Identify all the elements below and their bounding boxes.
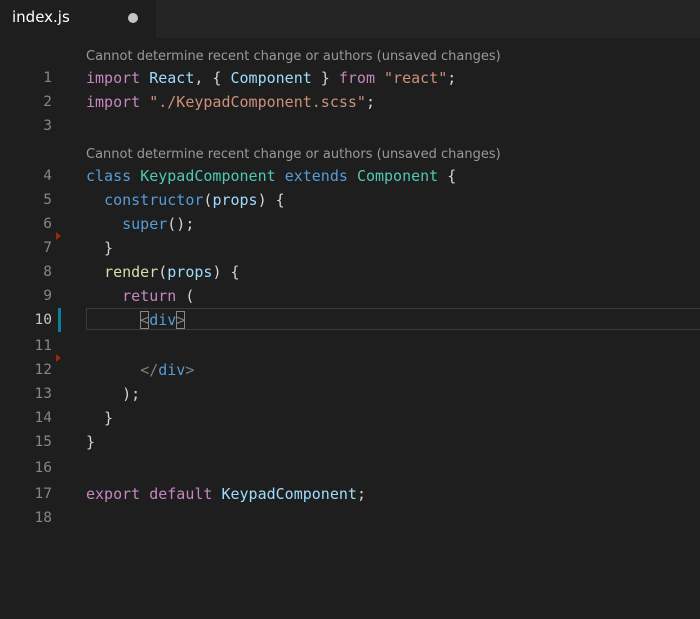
tab-bar: index.js <box>0 0 700 38</box>
line-code: ); <box>86 385 141 403</box>
line-number: 2 <box>43 94 52 110</box>
line-number: 14 <box>34 410 52 426</box>
modified-line-indicator[interactable] <box>58 308 61 332</box>
line-number: 3 <box>43 118 52 134</box>
tab-index-js[interactable]: index.js <box>0 0 156 38</box>
line-number: 10 <box>34 312 52 328</box>
code-editor[interactable]: index.js Cannot determine recent change … <box>0 0 700 619</box>
line-code: } <box>86 433 96 451</box>
code-line-17[interactable]: 17 export default KeypadComponent; <box>0 482 700 506</box>
line-code: } <box>86 409 114 427</box>
line-number: 8 <box>43 264 52 280</box>
line-code: <div> <box>140 311 186 329</box>
code-line-8[interactable]: 8 render(props) { <box>0 260 700 284</box>
line-number: 5 <box>43 192 52 208</box>
line-code: </div> <box>140 361 195 379</box>
line-number: 13 <box>34 386 52 402</box>
line-number: 4 <box>43 168 52 184</box>
code-line-11[interactable]: 11 <box>0 334 700 358</box>
line-code: } <box>86 239 114 257</box>
code-line-13[interactable]: 13 ); <box>0 382 700 406</box>
code-line-9[interactable]: 9 return ( <box>0 284 700 308</box>
line-number: 1 <box>43 70 52 86</box>
line-code: import React, { Component } from "react"… <box>86 69 457 87</box>
code-line-10[interactable]: 10 <div> <box>0 308 700 332</box>
code-line-16[interactable]: 16 <box>0 456 700 480</box>
code-line-3[interactable]: 3 <box>0 114 700 138</box>
line-number: 18 <box>34 510 52 526</box>
line-number: 17 <box>34 486 52 502</box>
line-number: 7 <box>43 240 52 256</box>
line-code: export default KeypadComponent; <box>86 485 366 503</box>
tab-title: index.js <box>12 8 70 26</box>
line-number: 16 <box>34 460 52 476</box>
code-line-1[interactable]: 1 import React, { Component } from "reac… <box>0 66 700 90</box>
line-code: constructor(props) { <box>104 191 285 209</box>
line-number: 11 <box>34 338 52 354</box>
code-line-15[interactable]: 15 } <box>0 430 700 454</box>
codelens-authors-2[interactable]: Cannot determine recent change or author… <box>86 145 501 165</box>
code-line-7[interactable]: 7 } <box>0 236 700 260</box>
line-number: 6 <box>43 216 52 232</box>
code-line-12[interactable]: 12 </div> <box>0 358 700 382</box>
line-number: 12 <box>34 362 52 378</box>
line-number: 15 <box>34 434 52 450</box>
unsaved-dot-icon[interactable] <box>128 13 138 23</box>
code-line-5[interactable]: 5 constructor(props) { <box>0 188 700 212</box>
code-line-4[interactable]: 4 class KeypadComponent extends Componen… <box>0 164 700 188</box>
line-code: super(); <box>122 215 195 233</box>
line-code: render(props) { <box>104 263 240 281</box>
code-line-18[interactable]: 18 <box>0 506 700 530</box>
line-code: import "./KeypadComponent.scss"; <box>86 93 375 111</box>
code-line-2[interactable]: 2 import "./KeypadComponent.scss"; <box>0 90 700 114</box>
code-line-6[interactable]: 6 super(); <box>0 212 700 236</box>
code-line-14[interactable]: 14 } <box>0 406 700 430</box>
line-code: return ( <box>122 287 195 305</box>
codelens-authors-1[interactable]: Cannot determine recent change or author… <box>86 47 501 67</box>
line-number: 9 <box>43 288 52 304</box>
line-code: class KeypadComponent extends Component … <box>86 167 457 185</box>
